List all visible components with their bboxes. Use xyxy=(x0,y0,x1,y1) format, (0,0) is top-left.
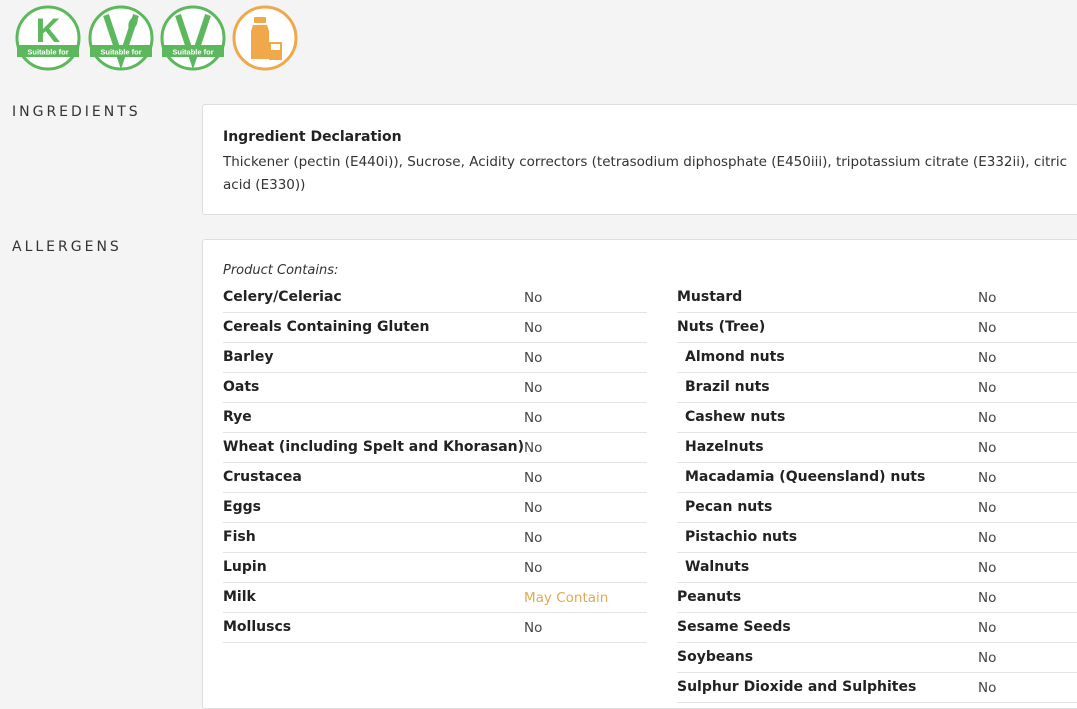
allergen-row: Rye No xyxy=(223,403,647,433)
allergen-value: No xyxy=(978,620,997,636)
allergen-name: Crustacea xyxy=(223,469,302,485)
allergen-value: No xyxy=(524,350,543,366)
allergen-row: Almond nuts No xyxy=(677,343,1077,373)
allergen-row: Barley No xyxy=(223,343,647,373)
ingredient-declaration-title: Ingredient Declaration xyxy=(223,129,402,145)
allergen-value: No xyxy=(978,350,997,366)
allergen-value: No xyxy=(524,290,543,306)
allergen-row: Walnuts No xyxy=(677,553,1077,583)
allergen-name: Oats xyxy=(223,379,260,395)
allergen-value: No xyxy=(524,530,543,546)
vegan-badge: Suitable for xyxy=(160,5,226,71)
allergen-row: Milk May Contain xyxy=(223,583,647,613)
allergen-value: No xyxy=(524,410,543,426)
allergen-value: No xyxy=(978,470,997,486)
allergen-name: Peanuts xyxy=(677,589,742,605)
allergen-name: Soybeans xyxy=(677,649,754,665)
allergen-value: No xyxy=(524,500,543,516)
allergen-row: Wheat (including Spelt and Khorasan) No xyxy=(223,433,647,463)
allergen-name: Barley xyxy=(223,349,274,365)
allergen-name: Sesame Seeds xyxy=(677,619,791,635)
allergen-value: No xyxy=(524,560,543,576)
allergen-value: No xyxy=(978,500,997,516)
allergen-value: No xyxy=(978,590,997,606)
badge-caption: Suitable for xyxy=(172,48,213,57)
allergen-value: No xyxy=(524,620,543,636)
allergen-row: Eggs No xyxy=(223,493,647,523)
allergens-right-column: Mustard No Nuts (Tree) No Almond nuts No Brazi… xyxy=(677,283,1077,703)
allergen-name: Rye xyxy=(223,409,252,425)
allergen-value: No xyxy=(978,680,997,696)
allergen-row: Crustacea No xyxy=(223,463,647,493)
allergen-name: Nuts (Tree) xyxy=(677,319,766,335)
product-contains-label: Product Contains: xyxy=(223,263,339,278)
svg-text:K: K xyxy=(36,12,61,50)
ingredient-declaration-text: Thickener (pectin (E440i)), Sucrose, Aci… xyxy=(223,154,1068,193)
allergen-name: Walnuts xyxy=(685,559,750,575)
ingredients-card: Ingredient Declaration Thickener (pectin… xyxy=(202,104,1077,215)
allergen-value: No xyxy=(524,470,543,486)
allergen-name: Macadamia (Queensland) nuts xyxy=(685,469,926,485)
allergen-value: No xyxy=(978,290,997,306)
allergens-heading: ALLERGENS xyxy=(12,239,122,255)
allergen-name: Almond nuts xyxy=(685,349,785,365)
allergen-row: Pecan nuts No xyxy=(677,493,1077,523)
allergen-name: Sulphur Dioxide and Sulphites xyxy=(677,679,917,695)
allergen-name: Cashew nuts xyxy=(685,409,786,425)
milk-bottle-icon xyxy=(232,5,298,71)
allergen-name: Eggs xyxy=(223,499,261,515)
allergen-value: May Contain xyxy=(524,590,609,606)
badge-caption: Suitable for xyxy=(100,48,141,57)
allergen-row: Fish No xyxy=(223,523,647,553)
allergens-card: Product Contains: Celery/Celeriac No Cerea… xyxy=(202,239,1077,709)
allergen-name: Milk xyxy=(223,589,256,605)
ingredients-heading: INGREDIENTS xyxy=(12,104,141,120)
allergen-name: Lupin xyxy=(223,559,267,575)
allergen-name: Hazelnuts xyxy=(685,439,764,455)
allergen-row: Cereals Containing Gluten No xyxy=(223,313,647,343)
allergen-row: Macadamia (Queensland) nuts No xyxy=(677,463,1077,493)
allergen-row: Sulphur Dioxide and Sulphites No xyxy=(677,673,1077,703)
allergen-value: No xyxy=(978,650,997,666)
allergen-name: Pistachio nuts xyxy=(685,529,798,545)
allergen-value: No xyxy=(978,410,997,426)
allergen-value: No xyxy=(978,560,997,576)
allergen-name: Celery/Celeriac xyxy=(223,289,342,305)
allergen-name: Brazil nuts xyxy=(685,379,770,395)
allergen-row: Soybeans No xyxy=(677,643,1077,673)
allergen-row: Celery/Celeriac No xyxy=(223,283,647,313)
allergen-row: Molluscs No xyxy=(223,613,647,643)
allergen-name: Mustard xyxy=(677,289,743,305)
allergen-row: Cashew nuts No xyxy=(677,403,1077,433)
allergen-row: Sesame Seeds No xyxy=(677,613,1077,643)
allergen-row: Pistachio nuts No xyxy=(677,523,1077,553)
allergen-row: Peanuts No xyxy=(677,583,1077,613)
allergen-name: Molluscs xyxy=(223,619,292,635)
allergen-row: Oats No xyxy=(223,373,647,403)
allergen-name: Wheat (including Spelt and Khorasan) xyxy=(223,439,525,455)
allergen-name: Fish xyxy=(223,529,256,545)
allergen-name: Pecan nuts xyxy=(685,499,773,515)
allergen-value: No xyxy=(978,440,997,456)
allergens-left-column: Celery/Celeriac No Cereals Containing Glut… xyxy=(223,283,647,643)
allergen-value: No xyxy=(978,380,997,396)
allergen-value: No xyxy=(524,440,543,456)
allergen-row: Hazelnuts No xyxy=(677,433,1077,463)
allergen-row: Nuts (Tree) No xyxy=(677,313,1077,343)
allergen-row: Lupin No xyxy=(223,553,647,583)
badge-caption: Suitable for xyxy=(27,48,68,57)
vegetarian-badge: Suitable for xyxy=(88,5,154,71)
allergen-value: No xyxy=(524,380,543,396)
allergen-name: Cereals Containing Gluten xyxy=(223,319,430,335)
allergen-value: No xyxy=(524,320,543,336)
allergen-value: No xyxy=(978,320,997,336)
allergen-value: No xyxy=(978,530,997,546)
allergen-row: Brazil nuts No xyxy=(677,373,1077,403)
allergen-row: Mustard No xyxy=(677,283,1077,313)
kosher-badge: K Suitable for xyxy=(15,5,81,71)
